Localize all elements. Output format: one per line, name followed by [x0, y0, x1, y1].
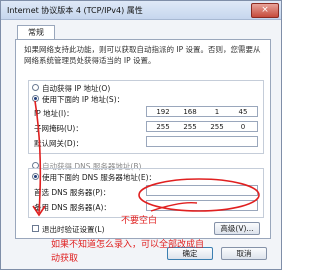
annotation-note-1: 不要空白 — [121, 216, 158, 226]
annotation-overlay — [32, 100, 260, 217]
annotation-note-2-line-1: 如果不知道怎么录入，可以全部改成自 — [51, 240, 205, 250]
tcpip-properties-dialog: Internet 协议版本 4 (TCP/IPv4) 属性 × 常规 如果网络支… — [0, 0, 282, 270]
arrow-line-2 — [34, 100, 42, 214]
highlight-ellipse — [138, 178, 260, 212]
annotation-note-2-line-2: 动获取 — [51, 254, 79, 264]
